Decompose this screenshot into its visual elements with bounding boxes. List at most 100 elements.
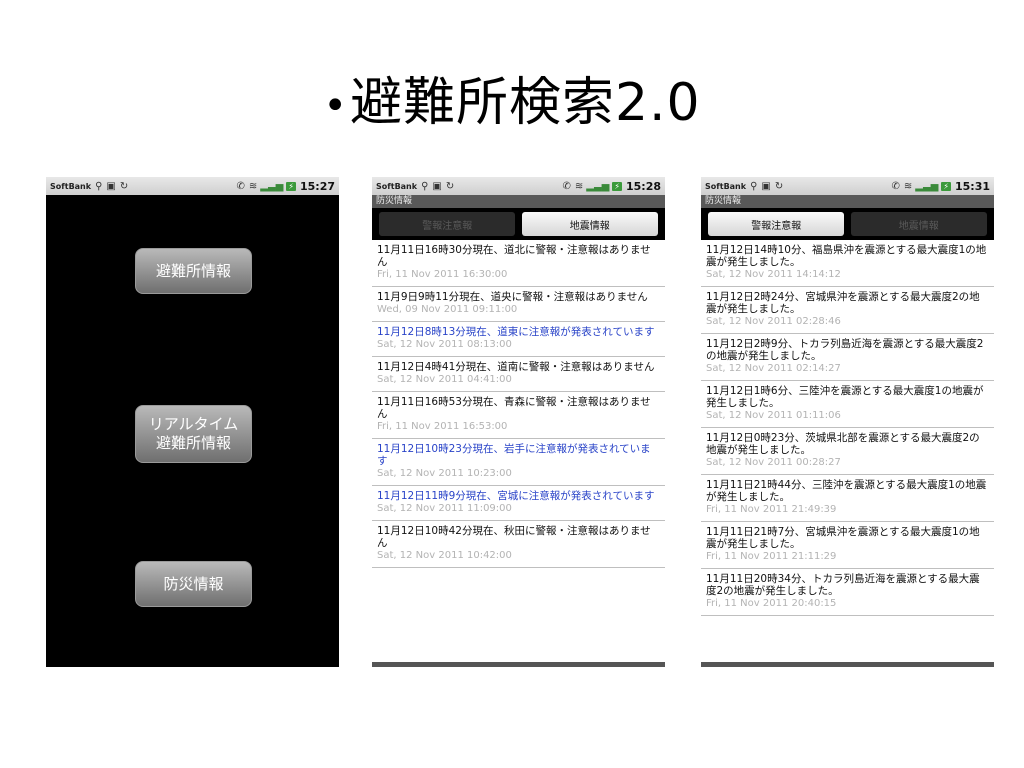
item-headline: 11月12日2時24分、宮城県沖を震源とする最大震度2の地震が発生しました。 bbox=[706, 291, 980, 315]
scroll-edge bbox=[701, 662, 994, 667]
item-date: Sat, 12 Nov 2011 04:41:00 bbox=[377, 374, 512, 385]
item-date: Sat, 12 Nov 2011 02:28:46 bbox=[706, 316, 841, 327]
item-date: Fri, 11 Nov 2011 16:53:00 bbox=[377, 421, 508, 432]
tab-warnings[interactable]: 警報注意報 bbox=[379, 212, 516, 236]
tab-bar: 警報注意報 地震情報 bbox=[701, 208, 994, 240]
disaster-info-button[interactable]: 防災情報 bbox=[135, 561, 252, 607]
signal-icon: ▂▃▅ bbox=[260, 180, 284, 192]
item-date: Wed, 09 Nov 2011 09:11:00 bbox=[377, 304, 518, 315]
title-text: 避難所検索2.0 bbox=[349, 73, 701, 133]
item-headline: 11月12日4時41分現在、道南に警報・注意報はありません bbox=[377, 361, 655, 373]
item-headline: 11月11日16時30分現在、道北に警報・注意報はありません bbox=[377, 244, 651, 268]
clock: 15:27 bbox=[299, 179, 335, 193]
list-item[interactable]: 11月12日0時23分、茨城県北部を震源とする最大震度2の地震が発生しました。 S… bbox=[701, 428, 994, 475]
item-headline: 11月11日20時34分、トカラ列島近海を震源とする最大震度2の地震が発生しまし… bbox=[706, 573, 980, 597]
list-item[interactable]: 11月12日10時42分現在、秋田に警報・注意報はありません Sat, 12 No… bbox=[372, 521, 665, 568]
list-item[interactable]: 11月11日21時7分、宮城県沖を震源とする最大震度1の地震が発生しました。 Fr… bbox=[701, 522, 994, 569]
sync-icon: ↻ bbox=[774, 180, 784, 192]
item-headline: 11月12日2時9分、トカラ列島近海を震源とする最大震度2の地震が発生しました。 bbox=[706, 338, 984, 362]
list-item[interactable]: 11月12日10時23分現在、岩手に注意報が発表されています Sat, 12 No… bbox=[372, 439, 665, 486]
scroll-edge bbox=[372, 662, 665, 667]
list-item[interactable]: 11月9日9時11分現在、道央に警報・注意報はありません Wed, 09 Nov … bbox=[372, 287, 665, 322]
item-headline: 11月12日11時9分現在、宮城に注意報が発表されています bbox=[377, 490, 655, 502]
item-headline: 11月12日1時6分、三陸沖を震源とする最大震度1の地震が発生しました。 bbox=[706, 385, 984, 409]
item-date: Sat, 12 Nov 2011 10:42:00 bbox=[377, 550, 512, 561]
list-item[interactable]: 11月12日8時13分現在、道東に注意報が発表されています Sat, 12 Nov… bbox=[372, 322, 665, 357]
battery-icon: ⚡ bbox=[286, 181, 296, 191]
realtime-shelter-info-button[interactable]: リアルタイム 避難所情報 bbox=[135, 405, 252, 463]
list-item[interactable]: 11月12日14時10分、福島県沖を震源とする最大震度1の地震が発生しました。 S… bbox=[701, 240, 994, 287]
realtime-shelter-info-label: リアルタイム 避難所情報 bbox=[148, 415, 239, 452]
status-bar: SoftBank ⚲ ▣ ↻ ✆ ≋ ▂▃▅ ⚡ 15:27 bbox=[46, 177, 339, 195]
signal-icon: ▂▃▅ bbox=[586, 180, 610, 192]
vibrate-icon: ✆ bbox=[891, 180, 900, 192]
wifi-icon: ≋ bbox=[248, 180, 258, 192]
title-bullet: • bbox=[323, 83, 348, 129]
list-item[interactable]: 11月12日11時9分現在、宮城に注意報が発表されています Sat, 12 Nov… bbox=[372, 486, 665, 521]
item-headline: 11月11日16時53分現在、青森に警報・注意報はありません bbox=[377, 396, 651, 420]
clock: 15:28 bbox=[625, 179, 661, 193]
item-date: Sat, 12 Nov 2011 14:14:12 bbox=[706, 269, 841, 280]
item-date: Sat, 12 Nov 2011 00:28:27 bbox=[706, 457, 841, 468]
battery-icon: ⚡ bbox=[941, 181, 951, 191]
sd-card-icon: ▣ bbox=[106, 180, 116, 192]
vibrate-icon: ✆ bbox=[562, 180, 571, 192]
item-headline: 11月12日10時42分現在、秋田に警報・注意報はありません bbox=[377, 525, 651, 549]
list-item[interactable]: 11月11日16時53分現在、青森に警報・注意報はありません Fri, 11 No… bbox=[372, 392, 665, 439]
item-date: Fri, 11 Nov 2011 21:49:39 bbox=[706, 504, 837, 515]
item-date: Fri, 11 Nov 2011 16:30:00 bbox=[377, 269, 508, 280]
carrier-label: SoftBank bbox=[705, 181, 747, 191]
slide-title: •避難所検索2.0 bbox=[0, 60, 1024, 135]
sd-card-icon: ▣ bbox=[761, 180, 771, 192]
earthquake-list: 11月12日14時10分、福島県沖を震源とする最大震度1の地震が発生しました。 S… bbox=[701, 240, 994, 616]
sync-icon: ↻ bbox=[445, 180, 455, 192]
item-date: Sat, 12 Nov 2011 01:11:06 bbox=[706, 410, 841, 421]
item-headline: 11月12日14時10分、福島県沖を震源とする最大震度1の地震が発生しました。 bbox=[706, 244, 987, 268]
list-item[interactable]: 11月12日1時6分、三陸沖を震源とする最大震度1の地震が発生しました。 Sat,… bbox=[701, 381, 994, 428]
item-headline: 11月12日10時23分現在、岩手に注意報が発表されています bbox=[377, 443, 651, 467]
shelter-info-button[interactable]: 避難所情報 bbox=[135, 248, 252, 294]
tab-bar: 警報注意報 地震情報 bbox=[372, 208, 665, 240]
list-item[interactable]: 11月11日16時30分現在、道北に警報・注意報はありません Fri, 11 No… bbox=[372, 240, 665, 287]
item-headline: 11月12日0時23分、茨城県北部を震源とする最大震度2の地震が発生しました。 bbox=[706, 432, 980, 456]
carrier-label: SoftBank bbox=[50, 181, 92, 191]
wifi-icon: ≋ bbox=[903, 180, 913, 192]
phone-warning-list: SoftBank ⚲ ▣ ↻ ✆ ≋ ▂▃▅ ⚡ 15:28 防災情報 警報注意… bbox=[372, 177, 665, 667]
tab-warnings[interactable]: 警報注意報 bbox=[708, 212, 845, 236]
sd-card-icon: ▣ bbox=[432, 180, 442, 192]
item-date: Fri, 11 Nov 2011 20:40:15 bbox=[706, 598, 837, 609]
item-date: Sat, 12 Nov 2011 10:23:00 bbox=[377, 468, 512, 479]
tab-earthquake[interactable]: 地震情報 bbox=[850, 212, 987, 236]
item-date: Fri, 11 Nov 2011 21:11:29 bbox=[706, 551, 837, 562]
warning-list: 11月11日16時30分現在、道北に警報・注意報はありません Fri, 11 No… bbox=[372, 240, 665, 568]
list-item[interactable]: 11月11日21時44分、三陸沖を震源とする最大震度1の地震が発生しました。 Fr… bbox=[701, 475, 994, 522]
phone-earthquake-list: SoftBank ⚲ ▣ ↻ ✆ ≋ ▂▃▅ ⚡ 15:31 防災情報 警報注意… bbox=[701, 177, 994, 667]
shelter-info-label: 避難所情報 bbox=[155, 261, 231, 280]
disaster-info-label: 防災情報 bbox=[163, 574, 224, 593]
list-item[interactable]: 11月12日2時9分、トカラ列島近海を震源とする最大震度2の地震が発生しました。… bbox=[701, 334, 994, 381]
clock: 15:31 bbox=[954, 179, 990, 193]
app-title-bar: 防災情報 bbox=[372, 195, 665, 208]
usb-icon: ⚲ bbox=[421, 180, 429, 192]
item-headline: 11月11日21時44分、三陸沖を震源とする最大震度1の地震が発生しました。 bbox=[706, 479, 987, 503]
signal-icon: ▂▃▅ bbox=[915, 180, 939, 192]
list-item[interactable]: 11月11日20時34分、トカラ列島近海を震源とする最大震度2の地震が発生しまし… bbox=[701, 569, 994, 616]
item-date: Sat, 12 Nov 2011 11:09:00 bbox=[377, 503, 512, 514]
item-date: Sat, 12 Nov 2011 02:14:27 bbox=[706, 363, 841, 374]
item-date: Sat, 12 Nov 2011 08:13:00 bbox=[377, 339, 512, 350]
phone-main-menu: SoftBank ⚲ ▣ ↻ ✆ ≋ ▂▃▅ ⚡ 15:27 避難所情報 リアル… bbox=[46, 177, 339, 667]
sync-icon: ↻ bbox=[119, 180, 129, 192]
tab-earthquake[interactable]: 地震情報 bbox=[521, 212, 658, 236]
wifi-icon: ≋ bbox=[574, 180, 584, 192]
status-bar: SoftBank ⚲ ▣ ↻ ✆ ≋ ▂▃▅ ⚡ 15:28 bbox=[372, 177, 665, 195]
list-item[interactable]: 11月12日4時41分現在、道南に警報・注意報はありません Sat, 12 Nov… bbox=[372, 357, 665, 392]
list-item[interactable]: 11月12日2時24分、宮城県沖を震源とする最大震度2の地震が発生しました。 Sa… bbox=[701, 287, 994, 334]
status-bar: SoftBank ⚲ ▣ ↻ ✆ ≋ ▂▃▅ ⚡ 15:31 bbox=[701, 177, 994, 195]
item-headline: 11月11日21時7分、宮城県沖を震源とする最大震度1の地震が発生しました。 bbox=[706, 526, 980, 550]
app-title-bar: 防災情報 bbox=[701, 195, 994, 208]
item-headline: 11月12日8時13分現在、道東に注意報が発表されています bbox=[377, 326, 655, 338]
usb-icon: ⚲ bbox=[95, 180, 103, 192]
usb-icon: ⚲ bbox=[750, 180, 758, 192]
battery-icon: ⚡ bbox=[612, 181, 622, 191]
carrier-label: SoftBank bbox=[376, 181, 418, 191]
